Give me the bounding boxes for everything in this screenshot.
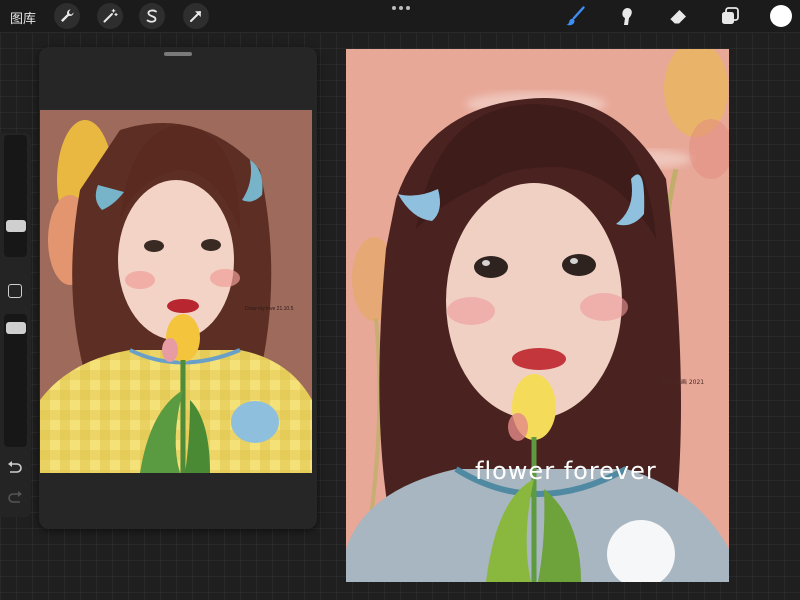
undo-arrow-icon[interactable] xyxy=(6,459,24,477)
gallery-button[interactable]: 图库 xyxy=(10,8,36,27)
reference-image: Draw my love 21.10.5 xyxy=(40,110,312,473)
brush-icon xyxy=(566,6,585,26)
eraser-tool-button[interactable] xyxy=(666,4,690,28)
actions-button[interactable] xyxy=(54,3,80,29)
left-sidebar xyxy=(0,133,31,517)
reference-signature: Draw my love 21.10.5 xyxy=(245,306,294,312)
brush-tool-button[interactable] xyxy=(563,4,587,28)
dot xyxy=(399,6,403,10)
selection-button[interactable] xyxy=(139,3,165,29)
reference-panel-grabber[interactable] xyxy=(164,52,192,56)
brush-size-thumb[interactable] xyxy=(6,220,26,232)
wrench-icon xyxy=(61,9,74,22)
smudge-tool-button[interactable] xyxy=(615,4,639,28)
adjustments-button[interactable] xyxy=(97,3,123,29)
layers-icon xyxy=(722,7,739,24)
redo-arrow-icon[interactable] xyxy=(6,489,24,507)
opacity-slider[interactable] xyxy=(4,314,27,447)
more-options-dots[interactable] xyxy=(392,6,410,12)
canvas-caption: flower forever xyxy=(475,457,657,485)
drawing-canvas[interactable]: flower forever 喜欢 画画 2021 xyxy=(346,49,729,582)
transform-button[interactable] xyxy=(183,3,209,29)
modify-button[interactable] xyxy=(8,284,22,298)
color-picker-button[interactable] xyxy=(770,5,792,27)
selection-icon xyxy=(146,9,157,23)
dot xyxy=(406,6,410,10)
canvas-signature: 喜欢 画画 2021 xyxy=(661,378,704,386)
transform-arrow-icon xyxy=(190,11,201,22)
smudge-icon xyxy=(622,8,632,25)
eraser-icon xyxy=(669,10,686,25)
brush-size-slider[interactable] xyxy=(4,135,27,257)
opacity-thumb[interactable] xyxy=(6,322,26,334)
dot xyxy=(392,6,396,10)
top-toolbar: 图库 xyxy=(0,0,800,33)
reference-panel[interactable]: Draw my love 21.10.5 xyxy=(39,47,317,529)
magic-wand-icon xyxy=(103,8,118,23)
layers-button[interactable] xyxy=(718,4,742,28)
